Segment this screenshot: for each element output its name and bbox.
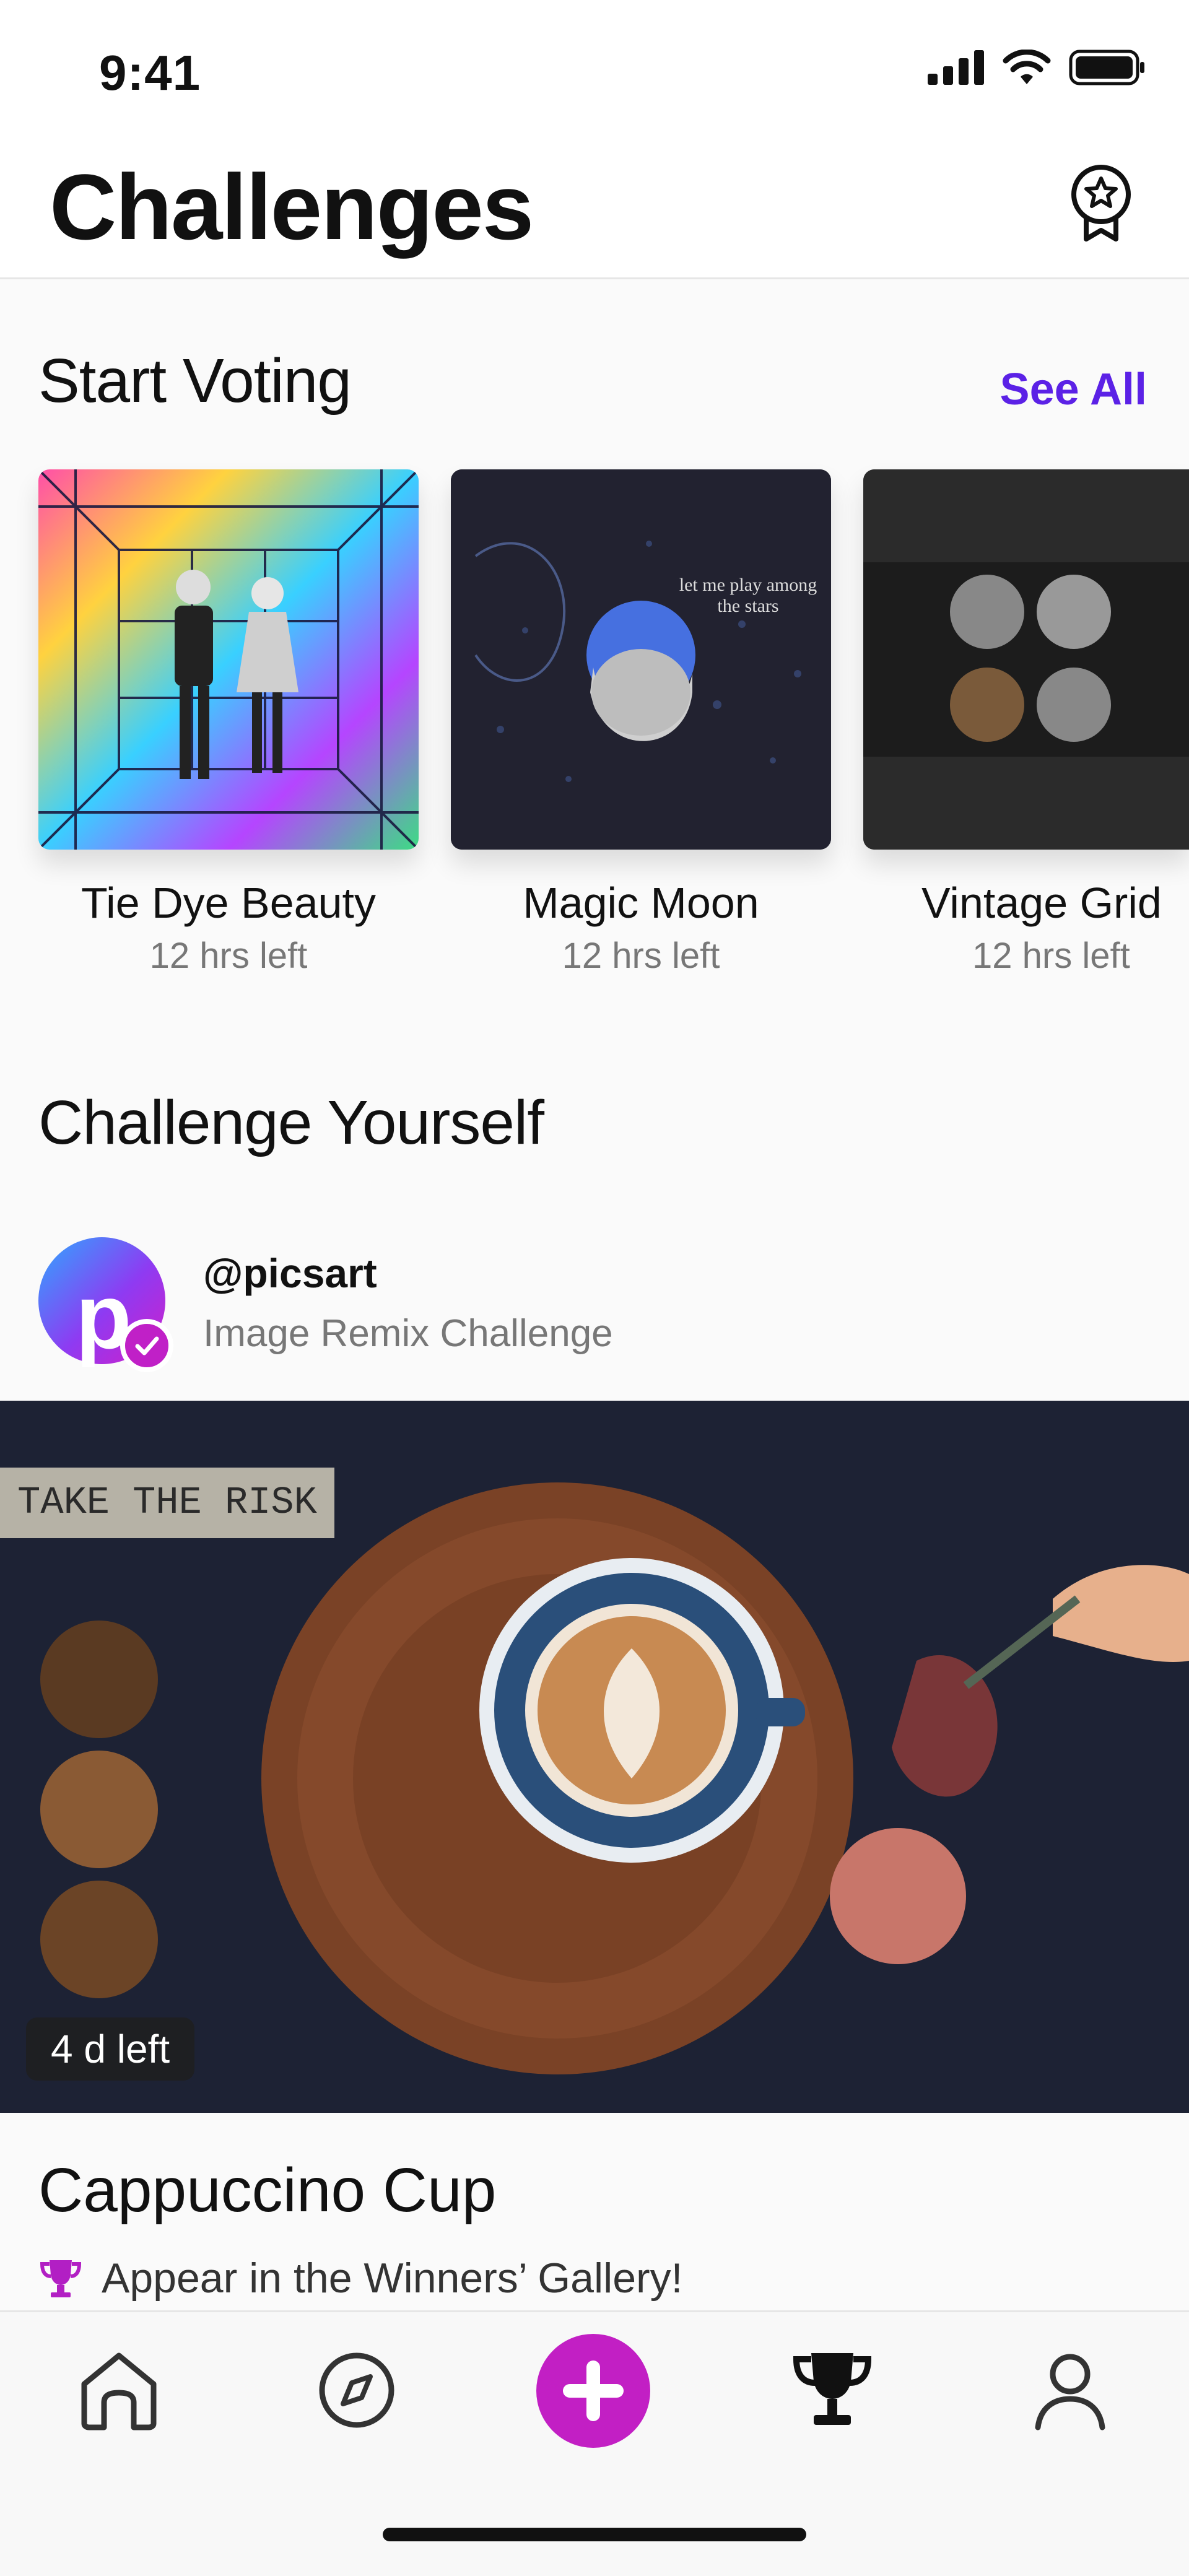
card-name: Vintage Grid [921,879,1162,927]
plus-icon [563,2361,624,2421]
time-left-badge: 4 d left [26,2017,195,2081]
battery-icon [1069,50,1144,85]
award-icon[interactable] [1064,162,1138,243]
trophy-icon [40,2260,82,2297]
see-all-link[interactable]: See All [1000,364,1147,415]
home-indicator [383,2528,806,2541]
challenge-reward: Appear in the Winners’ Gallery! [38,2254,683,2302]
challenge-type: Image Remix Challenge [203,1312,613,1355]
challenge-title[interactable]: Cappuccino Cup [38,2155,496,2226]
section-heading-challenge: Challenge Yourself [38,1088,544,1157]
card-time-left: 12 hrs left [562,936,720,976]
card-image [38,469,419,850]
page-title: Challenges [50,155,534,259]
voting-card-magic-moon[interactable]: let me play among the stars [451,469,831,850]
status-icons [928,50,1146,85]
status-time: 9:41 [99,45,201,100]
voting-card-vintage-grid[interactable] [863,469,1189,850]
card-time-left: 12 hrs left [149,936,308,976]
hero-banner-text: TAKE THE RISK [0,1468,334,1538]
signal-icon [928,50,984,85]
home-icon[interactable] [76,2347,162,2434]
author-handle[interactable]: @picsart [203,1250,377,1297]
card-name: Tie Dye Beauty [81,879,376,927]
card-time-left: 12 hrs left [972,936,1130,976]
card-image-text: let me play among the stars [679,575,817,616]
card-image [863,469,1189,850]
section-heading-voting: Start Voting [38,346,352,416]
wifi-icon [1003,50,1051,84]
compass-icon[interactable] [313,2347,400,2434]
challenge-hero-image[interactable]: TAKE THE RISK [0,1401,1189,2113]
verified-badge [120,1319,173,1372]
voting-card-tie-dye[interactable] [38,469,419,850]
profile-icon[interactable] [1027,2347,1113,2434]
create-button[interactable] [536,2334,650,2448]
card-name: Magic Moon [523,879,759,927]
card-image [451,469,831,850]
check-icon [135,1336,159,1355]
trophy-tab-icon[interactable] [789,2347,876,2434]
reward-text: Appear in the Winners’ Gallery! [102,2255,683,2302]
